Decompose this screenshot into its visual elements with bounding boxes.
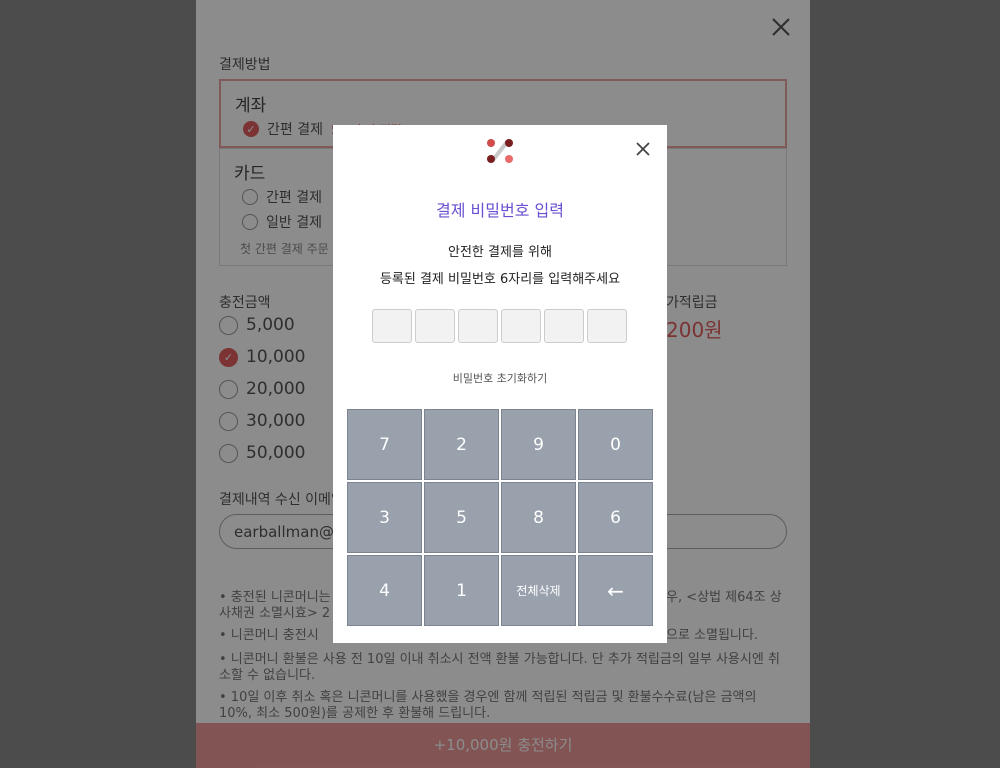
keypad-key-1[interactable]: 1 xyxy=(424,555,499,626)
keypad-key-5[interactable]: 5 xyxy=(424,482,499,553)
pin-input-group[interactable] xyxy=(372,309,627,343)
pin-digit-box[interactable] xyxy=(544,309,584,343)
keypad-key-8[interactable]: 8 xyxy=(501,482,576,553)
pin-digit-box[interactable] xyxy=(415,309,455,343)
logo-icon xyxy=(487,139,513,163)
pin-digit-box[interactable] xyxy=(587,309,627,343)
keypad-backspace-button[interactable]: ← xyxy=(578,555,653,626)
keypad-key-6[interactable]: 6 xyxy=(578,482,653,553)
keypad-key-9[interactable]: 9 xyxy=(501,409,576,480)
modal-title: 결제 비밀번호 입력 xyxy=(436,201,564,220)
keypad-key-4[interactable]: 4 xyxy=(347,555,422,626)
pin-digit-box[interactable] xyxy=(372,309,412,343)
keypad-key-2[interactable]: 2 xyxy=(424,409,499,480)
pin-digit-box[interactable] xyxy=(458,309,498,343)
keypad-key-0[interactable]: 0 xyxy=(578,409,653,480)
keypad-clear-all-button[interactable]: 전체삭제 xyxy=(501,555,576,626)
pin-digit-box[interactable] xyxy=(501,309,541,343)
keypad-key-7[interactable]: 7 xyxy=(347,409,422,480)
keypad-key-3[interactable]: 3 xyxy=(347,482,422,553)
keypad: 7 2 9 0 3 5 8 6 4 1 전체삭제 ← xyxy=(347,409,653,626)
modal-description-line1: 안전한 결제를 위해 xyxy=(448,245,552,260)
payment-password-modal: 결제 비밀번호 입력 안전한 결제를 위해 등록된 결제 비밀번호 6자리를 입… xyxy=(333,125,667,643)
modal-description-line2: 등록된 결제 비밀번호 6자리를 입력해주세요 xyxy=(379,272,621,287)
close-icon[interactable] xyxy=(635,141,651,157)
reset-password-link[interactable]: 비밀번호 초기화하기 xyxy=(333,370,667,386)
